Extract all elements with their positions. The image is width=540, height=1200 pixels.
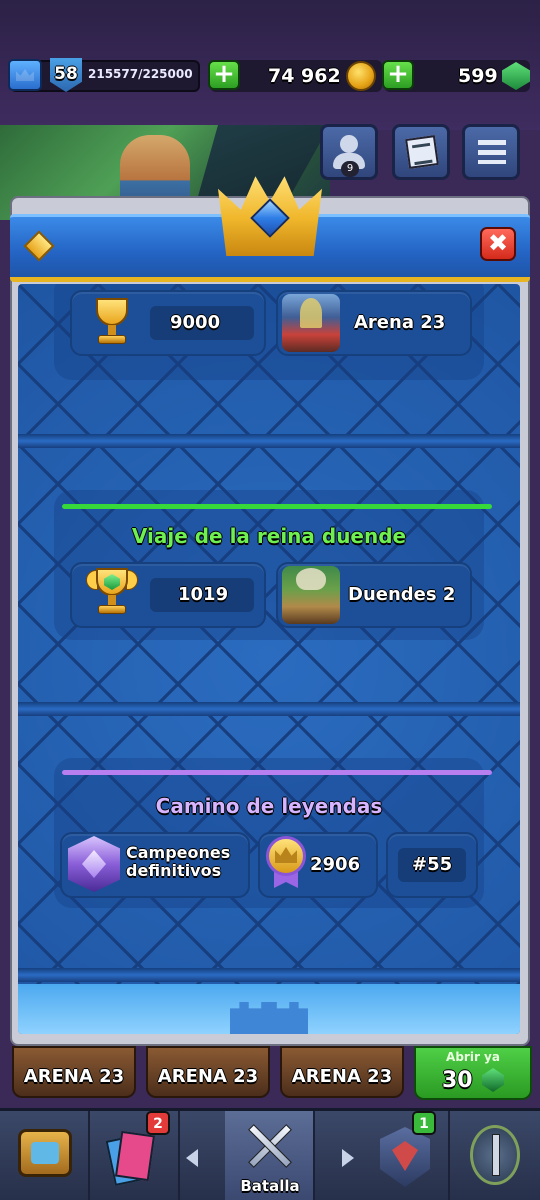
nav-cards[interactable]: 2 [90, 1111, 180, 1200]
trophy-stem [108, 325, 116, 335]
section-divider [18, 702, 520, 716]
arena-tab-label: ARENA 23 [157, 1066, 259, 1087]
gem-icon [482, 1068, 504, 1092]
top-status-bar: 58 215577/225000 + 74 962 + 599 [0, 58, 540, 98]
trophy-icon [90, 298, 134, 348]
open-now-label: Abrir ya [446, 1050, 500, 1064]
player-level: 58 [54, 64, 78, 84]
friends-icon-head [340, 135, 358, 153]
nav-shop[interactable] [0, 1111, 90, 1200]
friends-button[interactable]: 9 [320, 124, 378, 180]
deck-arena-tab-3[interactable]: ARENA 23 [280, 1046, 404, 1098]
bottom-navigation: 2 Batalla 1 [0, 1108, 540, 1200]
nav-right-arrow-icon[interactable] [342, 1149, 354, 1167]
hamburger-menu-icon [478, 140, 506, 164]
nav-clan[interactable]: 1 [360, 1111, 450, 1200]
section-divider [18, 968, 520, 982]
crossed-swords-icon [237, 1119, 303, 1173]
menu-button[interactable] [462, 124, 520, 180]
friends-online-count: 9 [341, 161, 359, 177]
newspaper-icon [405, 135, 439, 169]
nav-battle[interactable]: Batalla [225, 1111, 315, 1200]
trophy-stem [108, 595, 116, 605]
ranked-modes-modal: 9000 Arena 23 Viaje de la reina duende 1… [10, 176, 530, 1046]
crown-emblem-icon [218, 172, 322, 256]
gold-amount: 74 962 [268, 65, 341, 87]
section-divider [18, 434, 520, 448]
nav-battle-label: Batalla [240, 1177, 300, 1195]
goblin-queen-title: Viaje de la reina duende [131, 524, 407, 548]
news-button[interactable] [392, 124, 450, 180]
legends-rank: #55 [412, 854, 453, 875]
open-now-button[interactable]: Abrir ya 30 [414, 1046, 532, 1100]
shop-chest-icon [18, 1129, 72, 1177]
deck-arena-tab-2[interactable]: ARENA 23 [146, 1046, 270, 1098]
header-gem-icon [23, 230, 55, 262]
goblin-queen-trophies: 1019 [178, 584, 229, 605]
clan-notification-badge: 1 [412, 1111, 436, 1135]
buy-gems-button[interactable]: + [382, 60, 414, 90]
trophy-road-trophies: 9000 [170, 312, 221, 333]
trophy-cup [96, 298, 128, 326]
gems-amount: 599 [458, 65, 498, 87]
open-now-cost: 30 [442, 1068, 473, 1093]
nav-left-arrow-icon[interactable] [186, 1149, 198, 1167]
close-button[interactable]: ✖ [480, 227, 516, 261]
arena-tab-label: ARENA 23 [23, 1066, 125, 1087]
modal-content: 9000 Arena 23 Viaje de la reina duende 1… [18, 284, 520, 1034]
legends-rating: 2906 [310, 854, 361, 875]
goblin-queen-arena: Duendes 2 [348, 584, 456, 605]
trophy-road-arena: Arena 23 [354, 312, 446, 333]
nav-events[interactable] [450, 1111, 540, 1200]
goblin-queen-accent-line [62, 504, 492, 509]
legend-medal-icon [266, 836, 306, 888]
goblin-trophy-icon [86, 568, 138, 618]
trophy-base [98, 335, 126, 344]
legends-accent-line [62, 770, 492, 775]
ultimate-champion-icon [68, 836, 120, 892]
castle-icon [230, 1002, 308, 1034]
crown-icon[interactable] [8, 59, 42, 91]
legends-league-name: Campeones definitivos [126, 843, 231, 880]
cards-icon [105, 1130, 156, 1187]
events-sword-icon [470, 1125, 520, 1185]
experience-progress: 215577/225000 [88, 67, 193, 81]
deck-arena-tab-1[interactable]: ARENA 23 [12, 1046, 136, 1098]
arena-23-icon [282, 294, 340, 352]
clan-shield-icon [380, 1127, 430, 1187]
legends-title: Camino de leyendas [155, 794, 383, 818]
arena-tab-label: ARENA 23 [291, 1066, 393, 1087]
goblin-arena-icon [282, 566, 340, 624]
card-front [114, 1130, 156, 1182]
cards-notification-badge: 2 [146, 1111, 170, 1135]
trophy-base [98, 605, 126, 614]
buy-gold-button[interactable]: + [208, 60, 240, 90]
gold-coin-icon [346, 61, 376, 91]
next-section-preview [18, 984, 520, 1034]
